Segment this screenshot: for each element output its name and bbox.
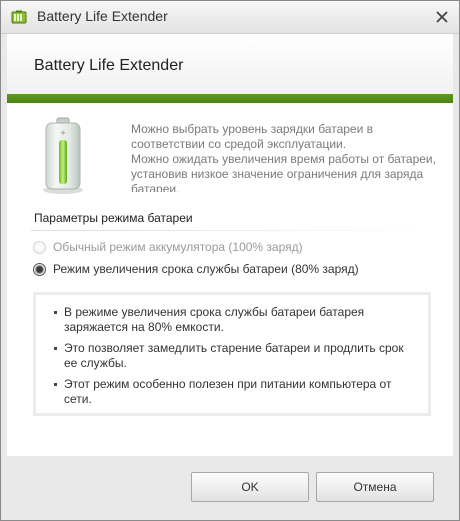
description-line-2: Можно ожидать увеличения время работы от… — [131, 152, 436, 192]
info-item: Этот режим особенно полезен при питании … — [54, 377, 418, 407]
radio-button[interactable] — [33, 263, 46, 276]
battery-icon — [11, 10, 27, 24]
battery-life-extender-window: Battery Life Extender Battery Life Exten… — [0, 0, 460, 521]
header-title: Battery Life Extender — [34, 57, 184, 74]
radio-button[interactable] — [33, 241, 46, 254]
info-box: В режиме увеличения срока службы батареи… — [33, 292, 431, 416]
svg-text:+: + — [60, 129, 66, 137]
description-text: Можно выбрать уровень зарядки батареи в … — [131, 122, 449, 192]
info-list: В режиме увеличения срока службы батареи… — [36, 295, 428, 407]
title-bar[interactable]: Battery Life Extender — [1, 1, 459, 34]
button-bar: OK Отмена — [1, 457, 459, 520]
radio-label: Обычный режим аккумулятора (100% заряд) — [53, 240, 303, 254]
ok-button[interactable]: OK — [191, 472, 309, 502]
divider — [31, 230, 431, 231]
window-title: Battery Life Extender — [37, 8, 168, 24]
radio-label: Режим увеличения срока службы батареи (8… — [53, 262, 359, 276]
header-band: Battery Life Extender — [7, 34, 453, 94]
dialog-content: Battery Life Extender + Можно выбрать ур… — [7, 34, 453, 456]
battery-mode-group-title: Параметры режима батареи — [34, 211, 193, 225]
description-line-1: Можно выбрать уровень зарядки батареи в … — [131, 122, 374, 151]
info-item: Это позволяет замедлить старение батареи… — [54, 341, 418, 371]
cancel-button[interactable]: Отмена — [316, 472, 434, 502]
accent-bar — [7, 94, 453, 103]
close-icon[interactable] — [431, 6, 453, 28]
info-item: В режиме увеличения срока службы батареи… — [54, 305, 418, 335]
battery-illustration-icon: + — [43, 117, 83, 194]
